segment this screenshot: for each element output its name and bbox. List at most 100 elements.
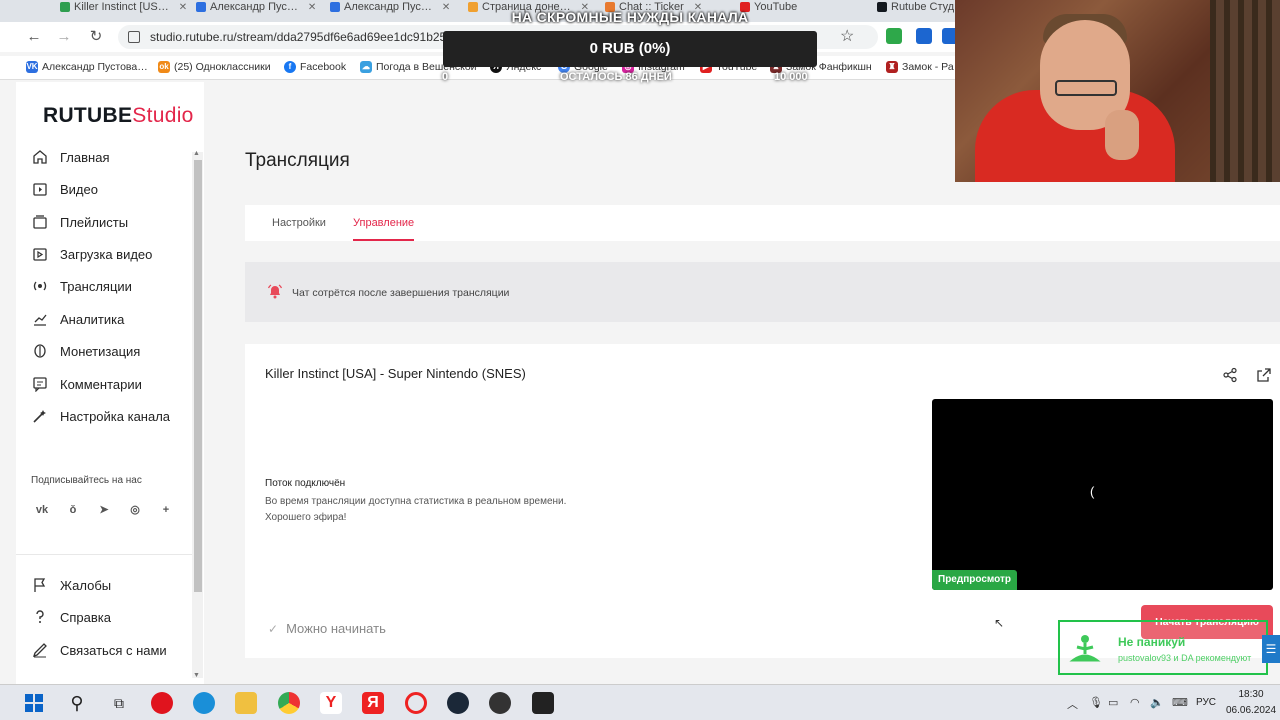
extension-icon[interactable] (916, 28, 932, 44)
external-link-icon[interactable] (1256, 367, 1272, 383)
webcam-overlay (955, 0, 1280, 182)
obs-icon[interactable] (489, 692, 511, 714)
comments-icon (32, 376, 48, 393)
bookmark-star-icon[interactable]: ☆ (840, 26, 854, 46)
viber-icon[interactable]: ◎ (127, 502, 143, 518)
vk-icon[interactable]: vk (34, 502, 50, 518)
tab-management[interactable]: Управление (353, 217, 414, 229)
browser-tab[interactable]: Killer Instinct [US… ✕ (60, 0, 187, 14)
microphone-icon[interactable]: 🎙 (1089, 696, 1103, 709)
scroll-up-icon[interactable]: ▲ (193, 150, 200, 157)
clock-time[interactable]: 18:30 (1226, 689, 1276, 700)
sidebar-item-label: Настройка канала (60, 408, 171, 424)
sidebar-item-help[interactable]: Справка (32, 607, 111, 627)
task-view-icon[interactable]: ⧉ (108, 692, 130, 714)
donation-days-left: ОСТАЛОСЬ 86 ДНЕЙ (560, 71, 672, 83)
tab-favicon-icon (196, 2, 206, 12)
sidebar-item-label: Аналитика (60, 311, 125, 327)
chat-widget-icon[interactable]: ☰ (1262, 635, 1280, 663)
stream-card: Killer Instinct [USA] - Super Nintendo (… (245, 344, 1280, 658)
battery-icon[interactable]: ▭ (1108, 696, 1118, 709)
game-app-icon[interactable] (532, 692, 554, 714)
sidebar-item-contact[interactable]: Связаться с нами (32, 640, 167, 660)
plus-icon[interactable]: + (158, 502, 174, 518)
reload-icon[interactable]: ↻ (86, 27, 106, 47)
browser-tab[interactable]: Александр Пус… ✕ (330, 0, 450, 14)
stream-preview[interactable]: ( Предпросмотр (932, 399, 1273, 590)
language-indicator[interactable]: РУС (1196, 697, 1216, 708)
share-icon[interactable] (1222, 367, 1238, 383)
bookmark-label: Александр Пустова… (42, 61, 148, 73)
odnoklassniki-icon[interactable]: ǒ (65, 502, 81, 518)
donation-min: 0 (442, 71, 449, 83)
sidebar: RUTUBEStudio Главная Видео Плейлисты Заг… (16, 82, 204, 684)
panic-subtitle: pustovalov93 и DA рекомендуют (1118, 653, 1252, 663)
bookmark-label: Facebook (300, 61, 347, 73)
back-icon[interactable]: ← (24, 27, 44, 47)
upload-icon (32, 246, 48, 262)
tab-label: Александр Пус… (210, 1, 298, 13)
extension-icon[interactable] (886, 28, 902, 44)
ok-icon: ok (158, 61, 170, 73)
bookmark-item[interactable]: VK Александр Пустова… (26, 61, 148, 73)
sidebar-scroll-thumb[interactable] (194, 160, 202, 592)
opera-icon[interactable] (151, 692, 173, 714)
sidebar-item-monetization[interactable]: Монетизация (32, 341, 140, 361)
scroll-down-icon[interactable]: ▼ (193, 672, 200, 679)
tab-close-icon[interactable]: ✕ (179, 2, 187, 13)
bell-icon (267, 283, 283, 299)
site-info-icon[interactable] (128, 31, 140, 43)
volume-icon[interactable]: 🔈 (1150, 696, 1164, 709)
file-explorer-icon[interactable] (235, 692, 257, 714)
sidebar-item-broadcasts[interactable]: Трансляции (32, 276, 132, 296)
video-icon (32, 181, 48, 197)
url-text: studio.rutube.ru/stream/dda2795df6e6ad69… (150, 30, 447, 44)
opera-gx-icon[interactable] (405, 692, 427, 714)
sidebar-item-label: Трансляции (60, 278, 132, 294)
browser-tab-active[interactable]: Rutube Студ… (877, 0, 965, 14)
sidebar-item-complaints[interactable]: Жалобы (32, 575, 111, 595)
search-icon[interactable]: ⚲ (66, 692, 88, 714)
bookmark-item[interactable]: ok (25) Одноклассники (158, 61, 271, 73)
preview-glyph: ( (1090, 484, 1095, 499)
feedback-icon (32, 642, 48, 658)
tray-expand-icon[interactable]: ︿ (1067, 696, 1078, 712)
sidebar-item-analytics[interactable]: Аналитика (32, 309, 124, 329)
donation-progress-bar: 0 RUB (0%) (443, 31, 817, 67)
keyboard-icon[interactable]: ⌨ (1172, 696, 1188, 709)
yandex-icon[interactable]: Я (362, 692, 384, 714)
bookmark-item[interactable]: f Facebook (284, 61, 346, 73)
forward-icon[interactable]: → (54, 27, 74, 47)
browser-tab[interactable]: Александр Пус… ✕ (196, 0, 316, 14)
bookmark-item[interactable]: ♜ Замок - Ра… (886, 61, 964, 73)
page-title: Трансляция (245, 150, 350, 171)
sidebar-item-label: Связаться с нами (60, 642, 167, 658)
windows-start-icon[interactable] (25, 694, 43, 712)
chrome-icon[interactable] (278, 692, 300, 714)
sidebar-item-video[interactable]: Видео (32, 179, 98, 199)
tab-settings[interactable]: Настройки (272, 217, 326, 229)
broadcast-icon (32, 278, 48, 294)
telegram-icon[interactable]: ➤ (96, 502, 112, 518)
ready-label: Можно начинать (286, 621, 386, 636)
sidebar-item-playlists[interactable]: Плейлисты (32, 212, 128, 232)
clock-date[interactable]: 06.06.2024 (1226, 705, 1276, 716)
chat-notice: Чат сотрётся после завершения трансляции (245, 262, 1280, 322)
weather-icon: ☁ (360, 61, 372, 73)
yandex-browser-icon[interactable]: Y (320, 692, 342, 714)
sidebar-item-home[interactable]: Главная (32, 147, 109, 167)
sidebar-item-upload[interactable]: Загрузка видео (32, 244, 152, 264)
sidebar-item-channel-settings[interactable]: Настройка канала (32, 406, 170, 426)
check-icon: ✓ (268, 621, 279, 636)
rutube-studio-logo[interactable]: RUTUBEStudio (43, 104, 194, 128)
sidebar-item-label: Главная (60, 149, 110, 165)
sidebar-item-label: Жалобы (60, 577, 112, 593)
stream-title: Killer Instinct [USA] - Super Nintendo (… (265, 366, 526, 381)
wifi-icon[interactable]: ◠ (1130, 696, 1140, 709)
logo-main: RUTUBE (43, 104, 133, 127)
sidebar-item-comments[interactable]: Комментарии (32, 374, 142, 394)
steam-icon[interactable] (447, 692, 469, 714)
monetization-icon (32, 343, 48, 359)
edge-icon[interactable] (193, 692, 215, 714)
tab-close-icon[interactable]: ✕ (308, 2, 316, 13)
